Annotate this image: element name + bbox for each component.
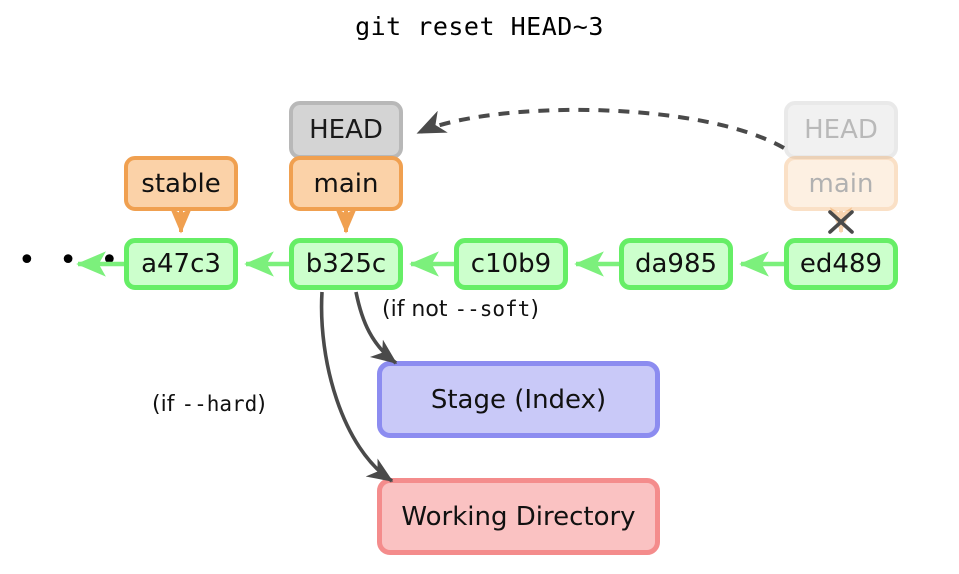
commit-label: da985 xyxy=(634,249,718,279)
commit-node-c10b9[interactable]: c10b9 xyxy=(454,238,568,290)
annotation-suffix: ) xyxy=(257,392,266,417)
page-title: git reset HEAD~3 xyxy=(355,12,604,41)
commit-label: a47c3 xyxy=(141,249,221,279)
annotation-if-not-soft: (if not --soft) xyxy=(382,297,539,322)
branch-label: stable xyxy=(141,168,221,199)
commit-node-b325c[interactable]: b325c xyxy=(289,238,403,290)
branch-pointer-main-old-ghost: main xyxy=(784,156,898,211)
stage-index-box[interactable]: Stage (Index) xyxy=(377,361,660,438)
branch-label: main xyxy=(313,168,379,199)
annotation-flag-soft: --soft xyxy=(454,297,531,321)
commit-node-ed489[interactable]: ed489 xyxy=(784,238,898,290)
head-pointer-new[interactable]: HEAD xyxy=(289,101,403,159)
branch-pointer-arrows xyxy=(169,207,853,234)
commit-node-da985[interactable]: da985 xyxy=(619,238,733,290)
commit-node-a47c3[interactable]: a47c3 xyxy=(124,238,238,290)
annotation-if-hard: (if --hard) xyxy=(152,392,266,417)
branch-pointer-main-new[interactable]: main xyxy=(289,156,403,211)
diagram-canvas: git reset HEAD~3 a47c3 b325c c10b9 da985… xyxy=(0,0,959,574)
stage-label: Stage (Index) xyxy=(430,384,607,415)
head-label: HEAD xyxy=(804,115,878,145)
working-directory-label: Working Directory xyxy=(401,501,636,532)
annotation-prefix: (if not xyxy=(382,297,455,322)
arrow-head-move-dashed xyxy=(416,107,785,150)
commit-label: b325c xyxy=(305,249,387,279)
head-label: HEAD xyxy=(309,115,383,145)
annotation-flag-hard: --hard xyxy=(181,392,258,416)
head-pointer-old-ghost: HEAD xyxy=(784,101,898,159)
commit-label: c10b9 xyxy=(470,249,552,279)
history-ellipsis: • • • xyxy=(18,243,126,278)
branch-pointer-stable[interactable]: stable xyxy=(124,156,238,211)
detached-ref-cross-icon xyxy=(828,210,854,234)
commit-label: ed489 xyxy=(799,249,883,279)
annotation-prefix: (if xyxy=(152,392,182,417)
branch-label: main xyxy=(808,168,874,199)
annotation-suffix: ) xyxy=(530,297,539,322)
working-directory-box[interactable]: Working Directory xyxy=(377,478,660,555)
